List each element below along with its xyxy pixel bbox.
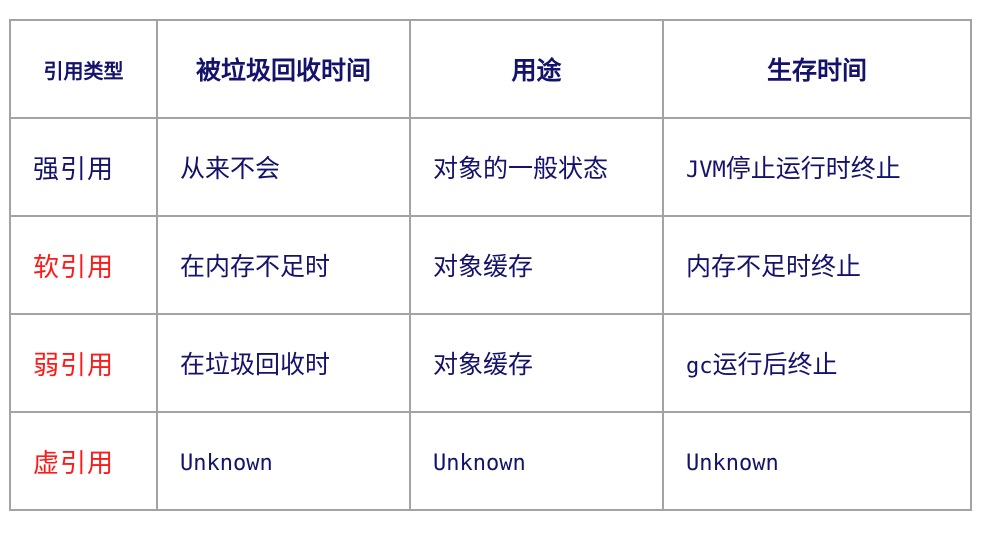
header-usage: 用途 xyxy=(409,19,664,119)
gc-time-text: 在垃圾回收时 xyxy=(180,350,331,379)
cell-usage: 对象缓存 xyxy=(409,313,664,413)
table-row-weak-reference: 弱引用 在垃圾回收时 对象缓存 gc运行后终止 xyxy=(9,313,972,413)
cell-lifetime: Unknown xyxy=(662,411,972,511)
cell-usage: 对象的一般状态 xyxy=(409,117,664,217)
cell-gc-time: Unknown xyxy=(156,411,411,511)
table-header-row: 引用类型 被垃圾回收时间 用途 生存时间 xyxy=(9,19,972,119)
lifetime-text: 内存不足时终止 xyxy=(686,252,862,281)
reference-type-label: 强引用 xyxy=(33,154,115,185)
header-lifetime: 生存时间 xyxy=(662,19,972,119)
cell-usage: Unknown xyxy=(409,411,664,511)
table-row-soft-reference: 软引用 在内存不足时 对象缓存 内存不足时终止 xyxy=(9,215,972,315)
usage-text: 对象的一般状态 xyxy=(433,154,609,183)
lifetime-prefix-text: Unknown xyxy=(686,450,779,476)
cell-lifetime: JVM停止运行时终止 xyxy=(662,117,972,217)
cell-reference-type: 弱引用 xyxy=(9,313,158,413)
cell-gc-time: 在垃圾回收时 xyxy=(156,313,411,413)
cell-lifetime: 内存不足时终止 xyxy=(662,215,972,315)
usage-text: 对象缓存 xyxy=(433,252,534,281)
reference-type-label: 软引用 xyxy=(33,252,115,283)
lifetime-prefix-text: JVM xyxy=(686,158,726,183)
gc-time-text: 从来不会 xyxy=(180,154,281,183)
cell-gc-time: 在内存不足时 xyxy=(156,215,411,315)
table-row-strong-reference: 强引用 从来不会 对象的一般状态 JVM停止运行时终止 xyxy=(9,117,972,217)
header-reference-type: 引用类型 xyxy=(9,19,158,119)
gc-time-text: Unknown xyxy=(180,450,273,476)
reference-types-table: 引用类型 被垃圾回收时间 用途 生存时间 强引用 从来不会 对象的一般状态 JV… xyxy=(9,19,972,511)
cell-reference-type: 强引用 xyxy=(9,117,158,217)
lifetime-text: 运行后终止 xyxy=(712,350,838,379)
cell-reference-type: 软引用 xyxy=(9,215,158,315)
cell-reference-type: 虚引用 xyxy=(9,411,158,511)
cell-gc-time: 从来不会 xyxy=(156,117,411,217)
usage-text: Unknown xyxy=(433,450,526,476)
lifetime-text: 停止运行时终止 xyxy=(725,154,901,183)
reference-type-label: 虚引用 xyxy=(33,448,115,479)
lifetime-prefix-text: gc xyxy=(686,354,713,379)
header-gc-time: 被垃圾回收时间 xyxy=(156,19,411,119)
reference-type-label: 弱引用 xyxy=(33,350,115,381)
usage-text: 对象缓存 xyxy=(433,350,534,379)
table-row-phantom-reference: 虚引用 Unknown Unknown Unknown xyxy=(9,411,972,511)
cell-lifetime: gc运行后终止 xyxy=(662,313,972,413)
cell-usage: 对象缓存 xyxy=(409,215,664,315)
gc-time-text: 在内存不足时 xyxy=(180,252,331,281)
